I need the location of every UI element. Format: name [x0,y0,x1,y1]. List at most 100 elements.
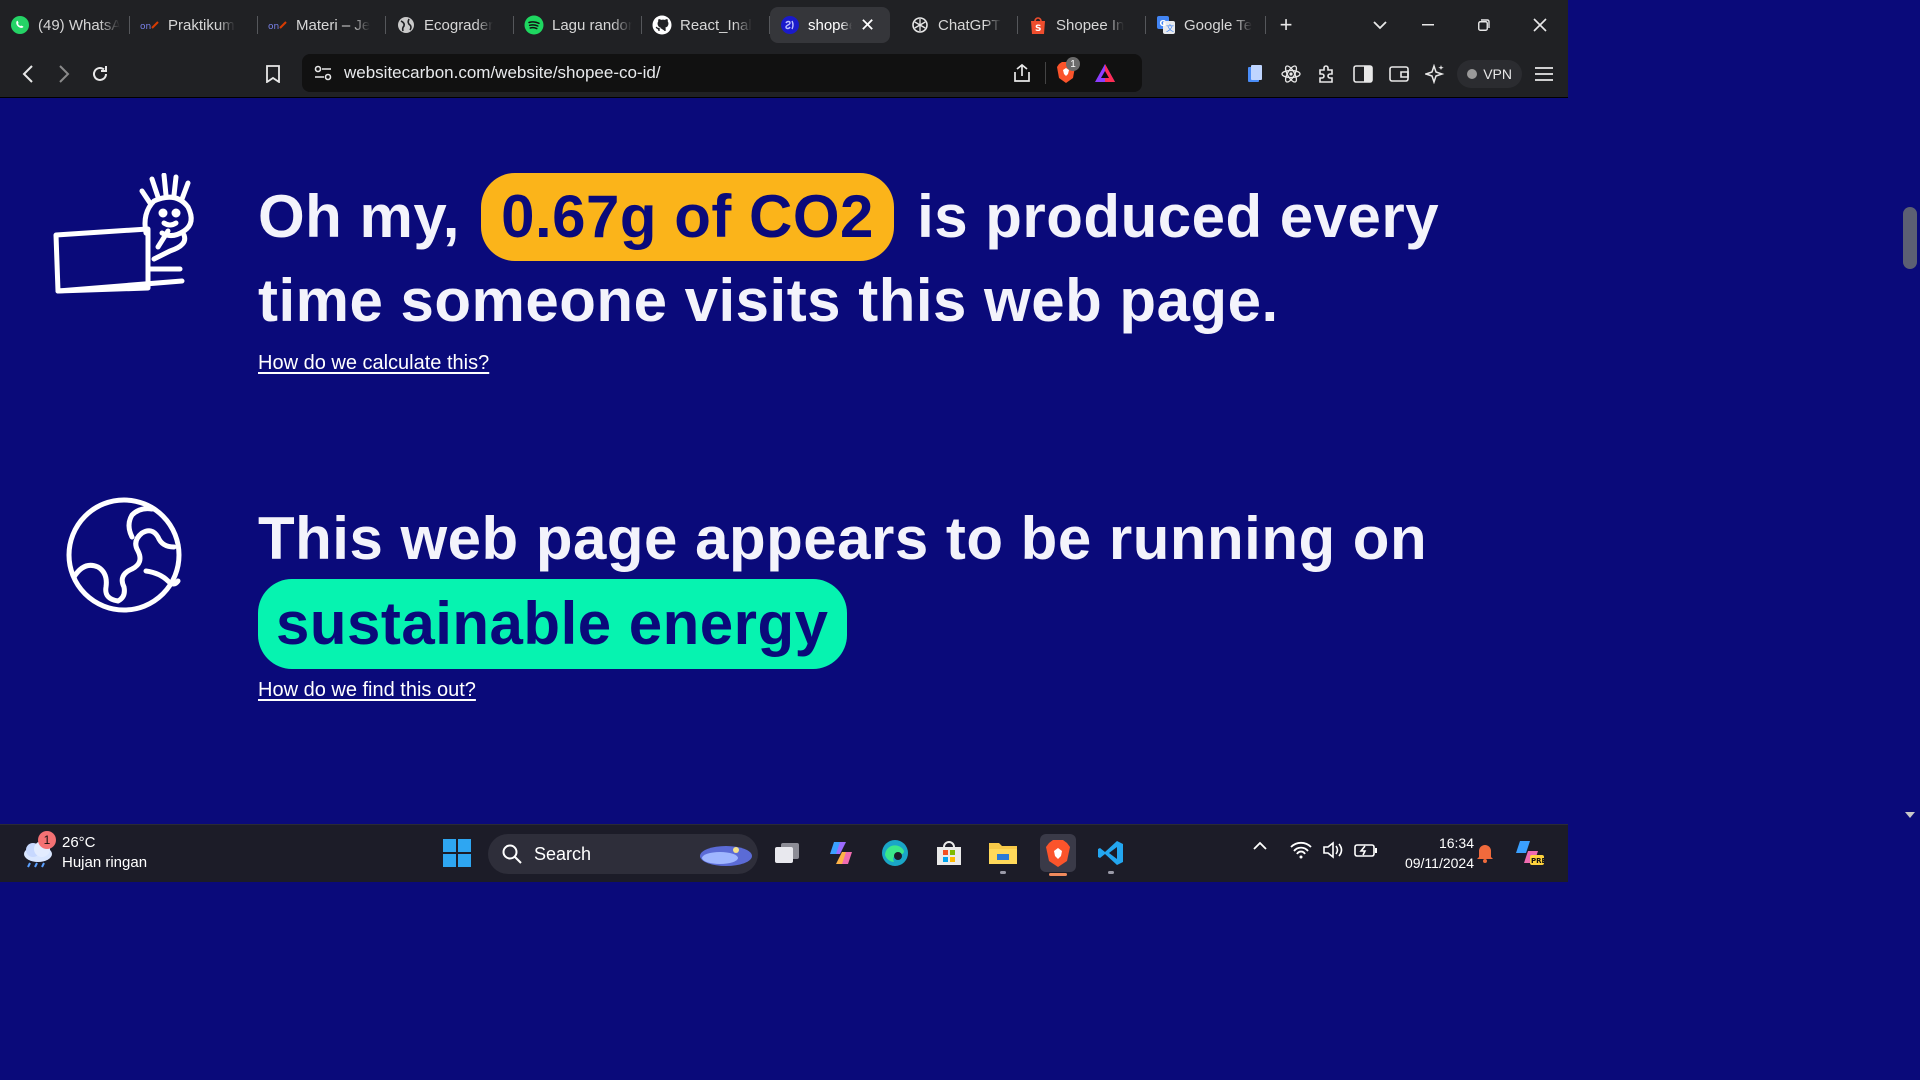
windows-taskbar: 1 26°C Hujan ringan Search 16:34 09/11/2… [0,824,1568,882]
tab-label: Lagu random [552,16,632,34]
onenote-icon: on [140,15,160,35]
bookmark-icon[interactable] [255,56,291,92]
system-tray[interactable] [1290,841,1378,859]
energy-result-prefix: This web page appears to be running on [258,505,1428,572]
scrollbar-thumb[interactable] [1903,207,1917,269]
tab-spotify[interactable]: Lagu random [514,7,642,43]
menu-hamburger-icon[interactable] [1530,60,1558,88]
brave-shields-icon[interactable]: 1 [1056,57,1080,89]
calculate-link[interactable]: How do we calculate this? [258,352,489,375]
sustainable-energy-highlight: sustainable energy [258,579,847,669]
weather-alert-badge: 1 [38,831,56,849]
tab-label: Materi – Je [296,16,371,34]
taskbar-search[interactable]: Search [488,834,758,874]
forward-button[interactable] [46,56,82,92]
tab-label: Google Te [1184,16,1253,34]
microsoft-store-icon[interactable] [932,836,966,870]
tab-materi[interactable]: on Materi – Je [258,7,386,43]
tab-google-translate[interactable]: G文 Google Te [1146,7,1266,43]
chatgpt-icon [910,15,930,35]
search-icon [502,844,522,864]
spotify-icon [524,15,544,35]
notification-bell-icon[interactable] [1476,843,1494,863]
svg-text:on: on [268,22,279,31]
back-button[interactable] [10,56,46,92]
extensions-puzzle-icon[interactable] [1313,60,1341,88]
windows-start-icon[interactable] [440,836,474,870]
tab-shopee-active[interactable]: shopee ✕ [770,7,890,43]
github-icon [652,15,672,35]
tab-label: (49) WhatsApp [38,16,120,34]
shopee-icon: S [1028,15,1048,35]
close-tab-icon[interactable]: ✕ [860,15,875,36]
tab-chatgpt[interactable]: ChatGPT [890,7,1018,43]
minimize-button[interactable] [1400,7,1456,43]
running-indicator [1108,871,1114,874]
tab-shopee-indonesia[interactable]: S Shopee In [1018,7,1146,43]
leo-ai-icon[interactable] [1421,60,1449,88]
tab-whatsapp[interactable]: (49) WhatsApp [0,7,130,43]
tab-github[interactable]: React_Inal [642,7,770,43]
copilot-preview-icon[interactable]: PRE [1514,839,1544,867]
vpn-status-icon [1467,69,1478,79]
energy-result-heading: This web page appears to be running on s… [258,499,1508,669]
tab-label: Praktikum [168,16,235,34]
globe-icon [396,15,416,35]
onenote-icon: on [268,15,288,35]
websitecarbon-icon [780,15,800,35]
browser-toolbar: websitecarbon.com/website/shopee-co-id/ … [0,50,1568,98]
extension-docs-icon[interactable] [1241,60,1269,88]
tab-ecograder[interactable]: Ecograder [386,7,514,43]
brave-browser-taskbar-icon[interactable] [1040,834,1076,876]
weather-description: Hujan ringan [62,854,148,871]
vpn-button[interactable]: VPN [1457,60,1522,88]
show-hidden-icons-chevron-icon[interactable] [1252,841,1268,851]
copilot-icon[interactable] [824,836,858,870]
vscode-icon[interactable] [1094,836,1128,874]
task-view-icon[interactable] [770,836,804,870]
share-icon[interactable] [1012,63,1032,88]
vpn-label: VPN [1483,66,1512,82]
whatsapp-icon [10,15,30,35]
new-tab-button[interactable]: + [1266,7,1306,43]
co2-result-prefix: Oh my, [258,183,460,250]
url-text: websitecarbon.com/website/shopee-co-id/ [344,63,661,82]
search-highlight-image [700,846,752,866]
tab-label: shopee [808,16,852,34]
tab-label: Ecograder [424,16,494,34]
wallet-icon[interactable] [1385,60,1413,88]
scroll-down-arrow-icon[interactable] [1905,812,1915,818]
tab-strip: (49) WhatsApp on Praktikum on Materi – J… [0,0,1568,50]
search-placeholder: Search [534,843,592,864]
tab-label: ChatGPT [938,16,1001,34]
edge-browser-icon[interactable] [878,836,912,870]
active-app-indicator [1049,873,1067,876]
wifi-icon [1290,841,1312,859]
battery-charging-icon [1354,844,1377,857]
co2-result-heading: Oh my, 0.67g of CO2 is produced every ti… [258,173,1508,341]
page-content: Oh my, 0.67g of CO2 is produced every ti… [0,99,1548,824]
clock-time: 16:34 [1438,835,1474,851]
system-clock[interactable]: 16:34 09/11/2024 [1384,833,1474,873]
running-indicator [1000,871,1006,874]
file-explorer-icon[interactable] [986,836,1020,874]
svg-text:S: S [1035,24,1041,34]
page-scrollbar[interactable] [1900,99,1920,824]
react-devtools-icon[interactable] [1277,60,1305,88]
weather-widget[interactable]: 1 26°C Hujan ringan [20,831,148,873]
brave-rewards-icon[interactable] [1094,63,1116,88]
site-settings-icon[interactable] [314,65,332,81]
find-out-link[interactable]: How do we find this out? [258,679,476,702]
tab-praktikum[interactable]: on Praktikum [130,7,258,43]
address-bar[interactable]: websitecarbon.com/website/shopee-co-id/ … [302,54,1142,92]
sidebar-toggle-icon[interactable] [1349,60,1377,88]
clock-date: 09/11/2024 [1404,855,1474,871]
laptop-person-illustration [53,173,194,294]
restore-button[interactable] [1456,7,1512,43]
tab-label: React_Inal [680,16,752,34]
toolbar-extensions: VPN [1241,56,1558,92]
reload-button[interactable] [82,56,118,92]
close-window-button[interactable] [1512,7,1568,43]
shields-count-badge: 1 [1066,57,1080,71]
tab-search-chevron-icon[interactable] [1360,7,1400,43]
